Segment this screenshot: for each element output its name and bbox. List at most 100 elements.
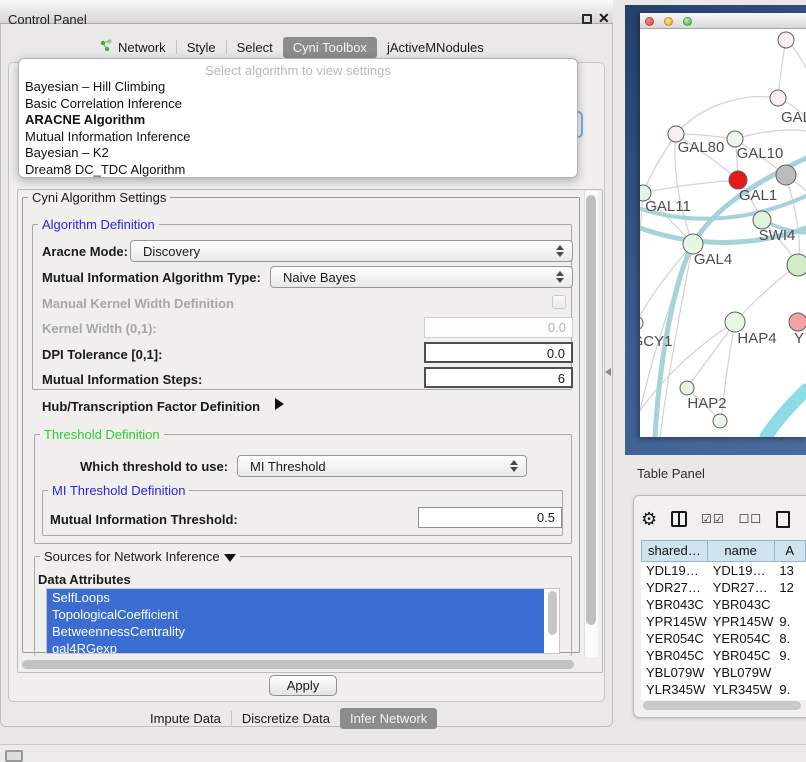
mi-threshold-title: MI Threshold Definition	[48, 483, 189, 498]
table-row[interactable]: YDL19…YDL19…13	[641, 562, 806, 579]
zoom-traffic-light[interactable]	[683, 17, 692, 26]
minimize-traffic-light[interactable]	[664, 17, 673, 26]
mi-type-value: Naive Bayes	[283, 270, 356, 285]
tab-jactivemnodules[interactable]: jActiveMNodules	[377, 37, 494, 58]
dropdown-item[interactable]: Mutual Information Inference	[19, 129, 577, 146]
table-cell: YER054C	[708, 630, 775, 647]
unchecked-checkboxes-icon[interactable]: ☐☐	[739, 512, 763, 526]
columns-icon[interactable]	[671, 511, 687, 527]
column-header[interactable]: shared…	[641, 540, 708, 562]
algorithm-definition-title: Algorithm Definition	[38, 217, 159, 232]
column-header[interactable]: name	[708, 540, 775, 562]
close-traffic-light[interactable]	[645, 17, 654, 26]
table-row[interactable]: YBR043CYBR043C	[641, 596, 806, 613]
manual-kernel-label: Manual Kernel Width Definition	[42, 296, 234, 311]
manual-kernel-checkbox[interactable]	[552, 295, 566, 309]
aracne-mode-label: Aracne Mode:	[42, 244, 128, 259]
checked-checkboxes-icon[interactable]: ☑☑	[701, 512, 725, 526]
network-edge	[643, 134, 676, 193]
column-header[interactable]: A	[775, 540, 806, 562]
table-toolbar: ⚙ ☑☑ ☐☐	[641, 505, 801, 533]
attribute-item[interactable]: gal4RGexp	[47, 640, 544, 654]
aracne-mode-value: Discovery	[143, 244, 200, 259]
bottom-tab-infer-network[interactable]: Infer Network	[340, 708, 437, 729]
table-row[interactable]: YLR345WYLR345W9.	[641, 681, 806, 698]
gear-icon[interactable]: ⚙	[641, 509, 657, 529]
which-threshold-combo[interactable]: MI Threshold	[237, 455, 527, 477]
bottom-tab-impute-data[interactable]: Impute Data	[140, 708, 231, 729]
table-row[interactable]: YIL052CYIL052C0.	[641, 698, 806, 700]
horizontal-scrollbar-thumb[interactable]	[22, 660, 574, 669]
node-gal-cut[interactable]	[770, 90, 786, 106]
mi-steps-field[interactable]: 6	[424, 367, 573, 388]
table-cell: YDL19…	[708, 562, 775, 579]
node-HAP4[interactable]	[725, 312, 745, 332]
node-GCY1[interactable]	[640, 316, 643, 330]
tab-style[interactable]: Style	[177, 37, 226, 58]
hub-definition-toggle[interactable]: Hub/Transcription Factor Definition	[42, 399, 260, 414]
splitter-arrow-icon[interactable]	[605, 368, 611, 376]
dropdown-item[interactable]: Dream8 DC_TDC Algorithm	[19, 162, 577, 179]
dropdown-item[interactable]: Bayesian – K2	[19, 145, 577, 162]
table-row[interactable]: YBL079WYBL079W	[641, 664, 806, 681]
algorithm-dropdown-list[interactable]: Select algorithm to view settings Bayesi…	[18, 58, 578, 178]
tab-label: Network	[118, 40, 166, 55]
which-threshold-value: MI Threshold	[250, 459, 326, 474]
control-panel-tabs: Network Style SelectCyni ToolboxjActiveMNo…	[90, 36, 494, 58]
table-cell: YBL079W	[641, 664, 708, 681]
combo-arrows-icon	[556, 271, 564, 283]
expand-right-icon[interactable]	[275, 398, 284, 410]
vertical-scrollbar-thumb[interactable]	[586, 195, 596, 625]
tab-network[interactable]: Network	[90, 37, 176, 58]
table-cell: 9.	[774, 647, 806, 664]
dropdown-item[interactable]: Bayesian – Hill Climbing	[19, 79, 577, 96]
attribute-item[interactable]: BetweennessCentrality	[47, 623, 544, 640]
bottom-tab-discretize-data[interactable]: Discretize Data	[232, 708, 340, 729]
table-hscrollbar-thumb[interactable]	[643, 701, 801, 710]
mi-threshold-field[interactable]: 0.5	[418, 507, 562, 528]
table-header-row: shared…nameA	[641, 540, 806, 562]
bottom-strip	[0, 745, 806, 762]
node-HAP2[interactable]	[680, 381, 694, 395]
threshold-definition-title: Threshold Definition	[40, 427, 164, 442]
table-row[interactable]: YBR045CYBR045C9.	[641, 647, 806, 664]
table-cell: YBR045C	[708, 647, 775, 664]
mi-type-combo[interactable]: Naive Bayes	[270, 266, 573, 288]
network-canvas[interactable]: GALGAL80GAL10GAL1GAL11SWI4GAL4GCY1HAP4YH…	[640, 29, 806, 437]
table-row[interactable]: YDR27…YDR27…12	[641, 579, 806, 596]
node-gray[interactable]	[776, 165, 796, 185]
node-green-right[interactable]	[787, 254, 806, 276]
combo-arrows-icon	[556, 245, 564, 257]
tab-select[interactable]: Select	[227, 37, 283, 58]
table-cell: YLR345W	[708, 681, 775, 698]
node-below-hap2[interactable]	[713, 414, 727, 428]
network-edge	[687, 322, 735, 388]
tab-label: Style	[187, 40, 216, 55]
dropdown-item[interactable]: Basic Correlation Inference	[19, 96, 577, 113]
attribute-item[interactable]: TopologicalCoefficient	[47, 606, 544, 623]
dpi-tolerance-field[interactable]: 0.0	[424, 342, 573, 363]
tab-cyni-toolbox[interactable]: Cyni Toolbox	[283, 37, 377, 58]
table-row[interactable]: YPR145WYPR145W9.	[641, 613, 806, 630]
node-top-cut[interactable]	[778, 32, 794, 48]
close-icon[interactable]: ✕	[598, 10, 610, 27]
list-scrollbar-thumb[interactable]	[548, 591, 557, 635]
float-window-icon[interactable]	[582, 14, 592, 24]
attribute-item[interactable]: SelfLoops	[47, 589, 544, 606]
node-salmon[interactable]	[789, 313, 806, 331]
data-attributes-list[interactable]: SelfLoopsTopologicalCoefficientBetweenne…	[46, 588, 560, 654]
table-cell: 0.	[774, 698, 806, 700]
node-table[interactable]: shared…nameA YDL19…YDL19…13YDR27…YDR27…1…	[641, 540, 806, 700]
which-threshold-label: Which threshold to use:	[80, 459, 228, 474]
aracne-mode-combo[interactable]: Discovery	[130, 240, 573, 262]
table-panel-title: Table Panel	[637, 466, 705, 481]
network-edge	[640, 193, 643, 323]
dropdown-item[interactable]: ARACNE Algorithm	[19, 112, 577, 129]
table-row[interactable]: YER054CYER054C8.	[641, 630, 806, 647]
document-icon[interactable]	[776, 511, 790, 528]
mini-panel-icon[interactable]	[5, 750, 23, 762]
table-cell: YBR043C	[708, 596, 775, 613]
sources-title[interactable]: Sources for Network Inference	[40, 549, 240, 564]
kernel-width-field[interactable]: 0.0	[424, 317, 573, 338]
apply-button[interactable]: Apply	[269, 675, 337, 696]
